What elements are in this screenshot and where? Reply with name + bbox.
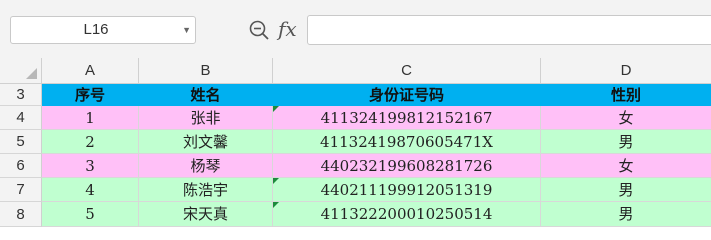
cell-name[interactable]: 陈浩宇 (139, 178, 273, 202)
cell-gender[interactable]: 女 (541, 106, 711, 130)
cell-name[interactable]: 宋天真 (139, 202, 273, 227)
chevron-down-icon[interactable]: ▼ (182, 17, 191, 43)
error-indicator-icon (273, 202, 279, 208)
cell-id-text: 440211199912051319 (320, 181, 493, 199)
select-all-icon (26, 68, 37, 79)
cell-name[interactable]: 杨琴 (139, 154, 273, 178)
formula-input[interactable] (307, 15, 711, 45)
table-row: 3 杨琴 440232199608281726 女 (42, 154, 711, 178)
table-row: 1 张非 411324199812152167 女 (42, 106, 711, 130)
formula-bar: L16 ▼ fx (0, 0, 711, 58)
cell-seq[interactable]: 2 (42, 130, 139, 154)
cell-seq[interactable]: 4 (42, 178, 139, 202)
row-header-6[interactable]: 6 (0, 154, 42, 178)
fx-icon[interactable]: fx (278, 14, 297, 44)
row-header-4[interactable]: 4 (0, 106, 42, 130)
cell-id-number[interactable]: 41132419870605471X (273, 130, 541, 154)
cell-name[interactable]: 张非 (139, 106, 273, 130)
column-header-c[interactable]: C (273, 58, 541, 83)
row-header-5[interactable]: 5 (0, 130, 42, 154)
column-header-b[interactable]: B (139, 58, 273, 83)
error-indicator-icon (273, 178, 279, 184)
header-cell-id[interactable]: 身份证号码 (273, 84, 541, 106)
cell-seq[interactable]: 1 (42, 106, 139, 130)
cell-name[interactable]: 刘文馨 (139, 130, 273, 154)
column-header-a[interactable]: A (42, 58, 139, 83)
cell-seq[interactable]: 3 (42, 154, 139, 178)
cell-id-number[interactable]: 411324199812152167 (273, 106, 541, 130)
header-cell-seq[interactable]: 序号 (42, 84, 139, 106)
select-all-corner[interactable] (0, 58, 42, 83)
cell-gender[interactable]: 男 (541, 130, 711, 154)
table-row: 2 刘文馨 41132419870605471X 男 (42, 130, 711, 154)
zoom-icon[interactable] (248, 19, 270, 41)
cell-id-text: 411322200010250514 (320, 205, 493, 223)
cell-gender[interactable]: 男 (541, 202, 711, 227)
table-row: 5 宋天真 411322200010250514 男 (42, 202, 711, 227)
name-box[interactable]: L16 ▼ (10, 16, 196, 44)
column-header-d[interactable]: D (541, 58, 711, 83)
row-header-8[interactable]: 8 (0, 202, 42, 227)
header-cell-gender[interactable]: 性别 (541, 84, 711, 106)
error-indicator-icon (273, 106, 279, 112)
table-header-row: 序号 姓名 身份证号码 性别 (42, 84, 711, 106)
cell-id-text: 411324199812152167 (320, 109, 493, 127)
header-cell-name[interactable]: 姓名 (139, 84, 273, 106)
cell-gender[interactable]: 女 (541, 154, 711, 178)
cell-seq[interactable]: 5 (42, 202, 139, 227)
table-row: 4 陈浩宇 440211199912051319 男 (42, 178, 711, 202)
name-box-value: L16 (83, 21, 109, 38)
cell-id-number[interactable]: 440232199608281726 (273, 154, 541, 178)
cell-id-number[interactable]: 411322200010250514 (273, 202, 541, 227)
column-header-bar: A B C D (0, 58, 711, 84)
cell-gender[interactable]: 男 (541, 178, 711, 202)
cell-id-number[interactable]: 440211199912051319 (273, 178, 541, 202)
row-header-3[interactable]: 3 (0, 84, 42, 106)
row-header-7[interactable]: 7 (0, 178, 42, 202)
